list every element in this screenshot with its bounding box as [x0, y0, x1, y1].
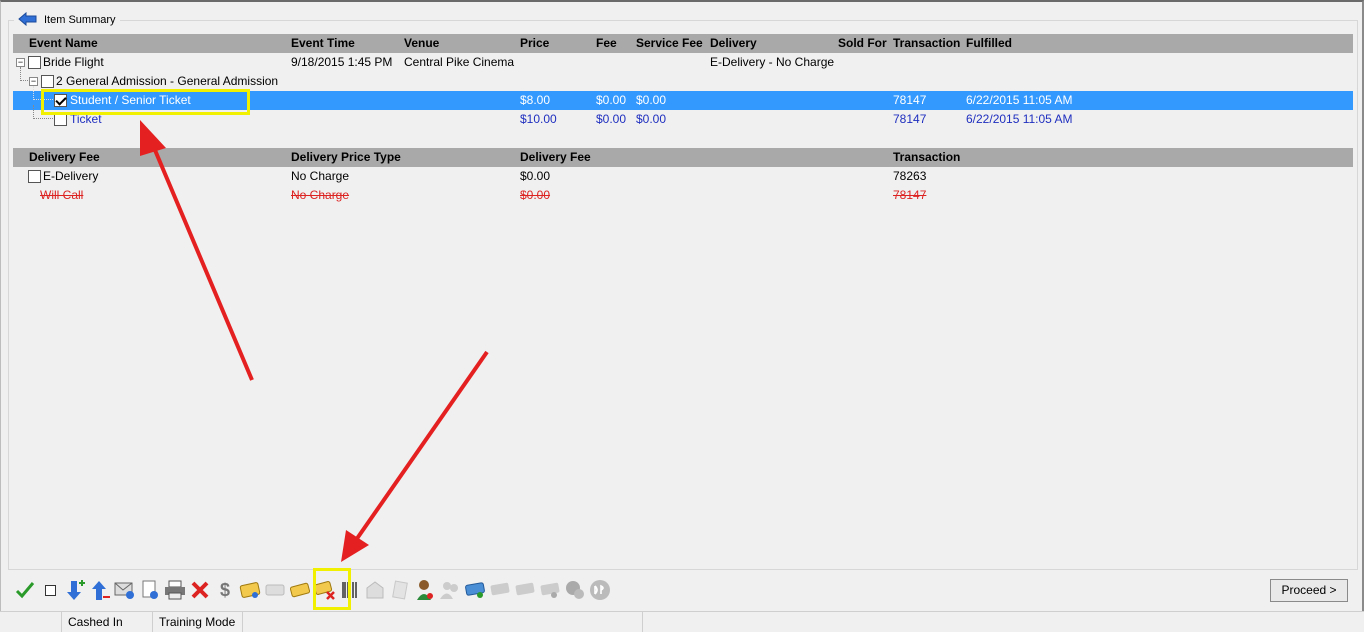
printer-icon[interactable] [164, 579, 186, 601]
table-row[interactable]: E-Delivery No Charge $0.00 78263 [13, 167, 1353, 186]
move-up-icon[interactable] [89, 579, 111, 601]
status-mode: Training Mode [153, 612, 243, 632]
back-arrow-icon[interactable] [18, 11, 38, 29]
delivery-table: Delivery Fee Delivery Price Type Deliver… [13, 148, 1353, 205]
col-delivery[interactable]: Delivery [710, 34, 757, 53]
status-cashed: Cashed In [62, 612, 153, 632]
price: $8.00 [520, 93, 551, 107]
row-checkbox[interactable] [28, 56, 41, 69]
scroll-disabled-icon[interactable] [389, 579, 411, 601]
ticket-refund-icon[interactable] [239, 579, 261, 601]
collapse-icon[interactable]: − [16, 58, 25, 67]
col-fee[interactable]: Fee [596, 34, 617, 53]
ticket-disabled-icon[interactable] [264, 579, 286, 601]
row-checkbox[interactable] [28, 170, 41, 183]
col-delivery-transaction[interactable]: Transaction [893, 148, 960, 167]
delivery-fee: $0.00 [520, 169, 551, 183]
delete-icon[interactable] [189, 579, 211, 601]
status-cell-empty [243, 612, 643, 632]
event-time: 9/18/2015 1:45 PM [291, 55, 393, 69]
status-bar: Cashed In Training Mode [0, 611, 1364, 632]
delivery: E-Delivery - No Charge [710, 55, 835, 69]
col-event-name[interactable]: Event Name [29, 34, 98, 53]
delivery-table-header: Delivery Fee Delivery Price Type Deliver… [13, 148, 1353, 167]
col-fulfilled[interactable]: Fulfilled [966, 34, 1012, 53]
envelope-disabled-icon[interactable] [364, 579, 386, 601]
service-fee: $0.00 [636, 93, 667, 107]
venue: Central Pike Cinema [404, 55, 515, 69]
ticket-info-disabled-icon[interactable] [539, 579, 561, 601]
status-cell-empty [0, 612, 62, 632]
ticket-remove-disabled-icon[interactable] [489, 579, 511, 601]
move-down-icon[interactable] [64, 579, 86, 601]
customer-icon[interactable] [414, 579, 436, 601]
col-venue[interactable]: Venue [404, 34, 439, 53]
users-disabled-icon[interactable] [439, 579, 461, 601]
delivery-price-type: No Charge [291, 169, 350, 183]
tree-line [20, 67, 28, 81]
fulfilled: 6/22/2015 11:05 AM [966, 93, 1073, 107]
fulfilled: 6/22/2015 11:05 AM [966, 112, 1073, 126]
table-row[interactable]: Will Call No Charge $0.00 78147 [13, 186, 1353, 205]
delivery-fee: $0.00 [520, 188, 551, 202]
highlight-box [41, 89, 250, 115]
fee: $0.00 [596, 93, 627, 107]
email-info-icon[interactable] [114, 579, 136, 601]
ticket-exchange-icon[interactable] [464, 579, 486, 601]
check-all-icon[interactable] [14, 579, 36, 601]
item-summary-header: Item Summary [14, 10, 120, 30]
table-row[interactable]: − Bride Flight 9/18/2015 1:45 PM Central… [13, 53, 1353, 72]
document-info-icon[interactable] [139, 579, 161, 601]
highlight-box [313, 568, 351, 610]
transaction: 78147 [893, 112, 927, 126]
col-price[interactable]: Price [520, 34, 549, 53]
dollar-icon[interactable]: $ [214, 579, 236, 601]
col-event-time[interactable]: Event Time [291, 34, 355, 53]
ticket-edit-disabled-icon[interactable] [514, 579, 536, 601]
col-transaction[interactable]: Transaction [893, 34, 960, 53]
delivery-price-type: No Charge [291, 188, 350, 202]
col-sold-for[interactable]: Sold For [838, 34, 887, 53]
col-service-fee[interactable]: Service Fee [636, 34, 703, 53]
delivery-transaction: 78263 [893, 169, 927, 183]
ticket-deliver-icon[interactable] [289, 579, 311, 601]
delivery-name: Will Call [40, 188, 84, 202]
col-delivery-fee-amount[interactable]: Delivery Fee [520, 148, 591, 167]
col-delivery-price-type[interactable]: Delivery Price Type [291, 148, 401, 167]
fee: $0.00 [596, 112, 627, 126]
price: $10.00 [520, 112, 557, 126]
items-table-header: Event Name Event Time Venue Price Fee Se… [13, 34, 1353, 53]
help-disabled-icon[interactable] [564, 579, 586, 601]
delivery-transaction: 78147 [893, 188, 927, 202]
service-fee: $0.00 [636, 112, 667, 126]
dp-icon[interactable] [589, 579, 611, 601]
transaction: 78147 [893, 93, 927, 107]
proceed-button[interactable]: Proceed > [1270, 579, 1348, 602]
panel-title: Item Summary [44, 14, 116, 26]
uncheck-icon[interactable] [39, 579, 61, 601]
collapse-icon[interactable]: − [29, 77, 38, 86]
delivery-name: E-Delivery [43, 169, 99, 183]
event-name: Bride Flight [43, 55, 104, 69]
col-delivery-fee[interactable]: Delivery Fee [29, 148, 100, 167]
